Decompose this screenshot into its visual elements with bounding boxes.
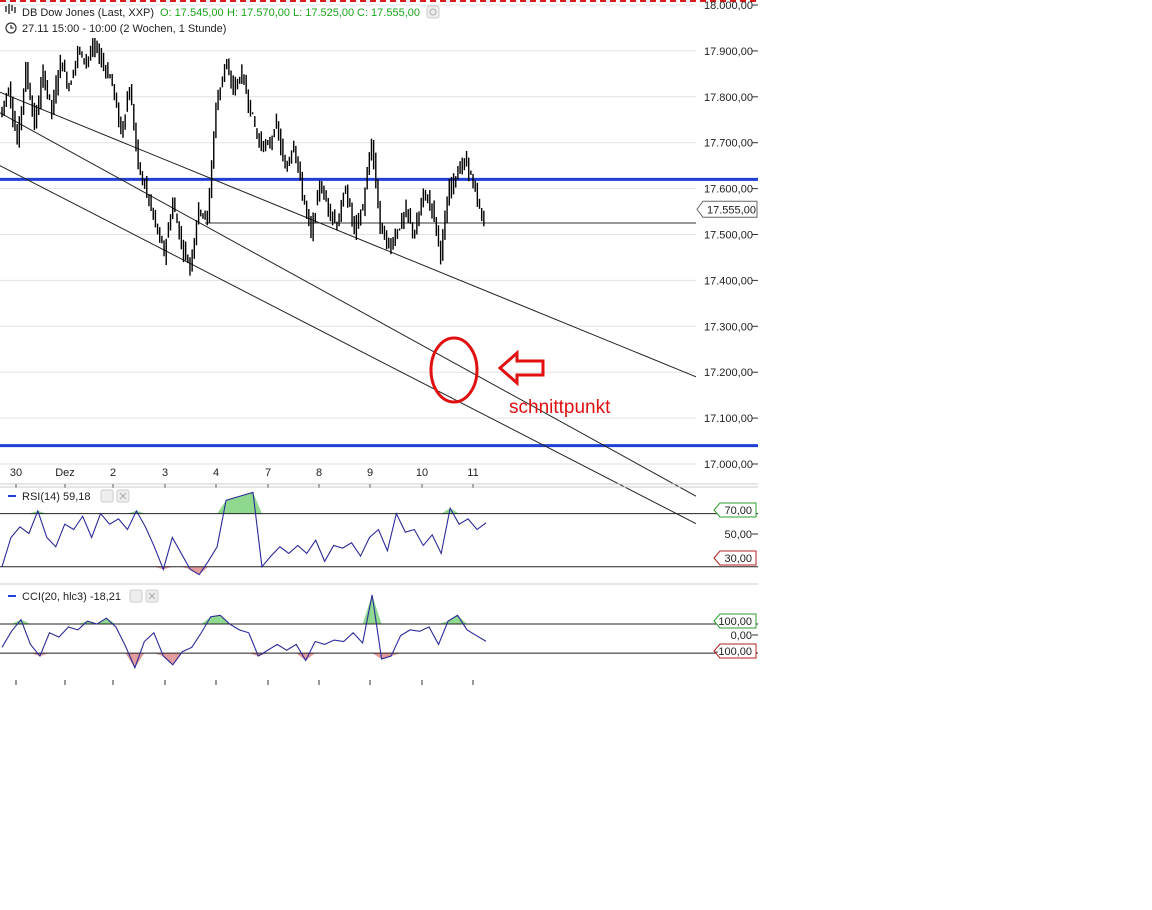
oscillator-line <box>1 594 487 670</box>
level-label: -100,00 <box>715 646 752 658</box>
chart-header: DB Dow Jones (Last, XXP) O: 17.545,00 H:… <box>5 4 440 35</box>
x-tick-label: 4 <box>213 467 219 479</box>
oversold-fill <box>372 653 382 659</box>
left-arrow-icon <box>497 349 545 387</box>
y-tick-label: 17.900,00 <box>704 46 753 58</box>
level-label: 50,00 <box>724 529 752 541</box>
x-tick-label: 2 <box>110 467 116 479</box>
level-label: 0,00 <box>731 630 752 642</box>
y-tick-label: 17.300,00 <box>704 321 753 333</box>
y-tick-label: 17.000,00 <box>704 459 753 471</box>
rsi-header: RSI(14) 59,18 <box>8 489 130 503</box>
ohlc-high: H: 17.570,00 <box>227 7 290 19</box>
x-tick-label: 11 <box>467 467 478 479</box>
overbought-fill <box>201 616 211 625</box>
cci-header: CCI(20, hlc3) -18,21 <box>8 589 159 603</box>
y-tick-label: 18.000,00 <box>704 0 753 12</box>
y-tick-label: 17.600,00 <box>704 184 753 196</box>
x-tick-label: 30 <box>10 467 22 479</box>
ohlc-open: O: 17.545,00 <box>160 7 224 19</box>
annotation-label: schnittpunkt <box>509 397 611 418</box>
x-tick-label: 7 <box>265 467 271 479</box>
trendline <box>0 165 697 525</box>
close-icon[interactable] <box>116 489 130 503</box>
x-tick-label: 9 <box>367 467 373 479</box>
time-axis: 30 Dez 2 3 4 7 8 9 10 11 <box>0 467 758 488</box>
cci-line <box>1 594 487 670</box>
level-label: 30,00 <box>724 553 752 565</box>
x-tick-label: 3 <box>162 467 168 479</box>
oversold-fill <box>296 653 306 661</box>
trendline <box>0 112 697 497</box>
rsi-legend-swatch <box>8 495 16 497</box>
price-series <box>1 37 485 276</box>
cci-panel: CCI(20, hlc3) -18,21 100,00 0,00 -100,00 <box>0 583 758 685</box>
close-icon[interactable] <box>145 589 159 603</box>
y-tick-label: 17.800,00 <box>704 92 753 104</box>
circle-marker-icon <box>429 336 479 404</box>
y-tick-label: 17.400,00 <box>704 275 753 287</box>
rsi-panel: RSI(14) 59,18 70,00 50,00 30,00 <box>0 486 758 576</box>
y-tick-label: 17.700,00 <box>704 138 753 150</box>
rsi-title: RSI(14) 59,18 <box>22 491 90 503</box>
trendlines <box>0 91 697 525</box>
price-axis: 18.000,00 17.900,00 17.800,00 17.700,00 17.6… <box>696 0 758 471</box>
settings-icon[interactable] <box>129 589 143 603</box>
settings-icon[interactable] <box>100 489 114 503</box>
level-label: 100,00 <box>718 616 752 628</box>
x-tick-label: 8 <box>316 467 322 479</box>
horizontal-levels <box>0 177 758 448</box>
symbol-title: DB Dow Jones (Last, XXP) <box>22 7 154 19</box>
time-range: 27.11 15:00 - 10:00 (2 Wochen, 1 Stunde) <box>22 23 226 35</box>
ohlc-low: L: 17.525,00 <box>293 7 354 19</box>
last-value-label: 17.555,00 <box>707 204 756 216</box>
cci-legend-swatch <box>8 595 16 597</box>
cci-title: CCI(20, hlc3) -18,21 <box>22 591 121 603</box>
y-tick-label: 17.500,00 <box>704 230 753 242</box>
x-tick-label: 10 <box>416 467 428 479</box>
level-label: 70,00 <box>724 505 752 517</box>
annotation: schnittpunkt <box>429 336 611 418</box>
cci-level-labels: 100,00 0,00 -100,00 <box>713 613 758 659</box>
overbought-fill <box>372 594 382 625</box>
clock-icon <box>5 22 17 34</box>
chart-canvas: 18.000,00 17.900,00 17.800,00 17.700,00 17.6… <box>0 0 758 685</box>
x-tick-label: Dez <box>55 467 75 479</box>
y-tick-label: 17.100,00 <box>704 413 753 425</box>
ohlc-close: C: 17.555,00 <box>357 7 420 19</box>
cci-fill <box>11 594 468 668</box>
settings-icon[interactable] <box>426 5 440 19</box>
rsi-level-labels: 70,00 50,00 30,00 <box>713 502 758 566</box>
y-tick-label: 17.200,00 <box>704 367 753 379</box>
overbought-fill <box>244 492 253 514</box>
